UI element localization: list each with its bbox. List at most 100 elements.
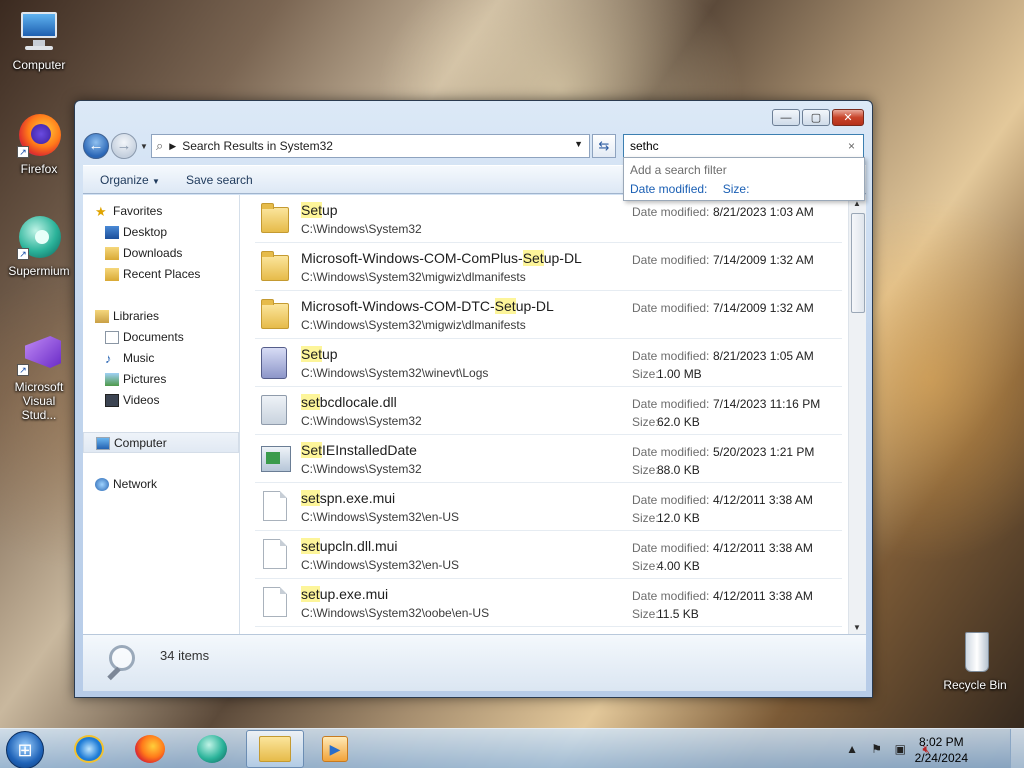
nav-desktop[interactable]: Desktop bbox=[83, 222, 239, 243]
close-button[interactable]: ✕ bbox=[832, 109, 864, 126]
date-modified-value: 4/12/2011 3:38 AM bbox=[713, 493, 813, 507]
documents-icon bbox=[105, 331, 119, 344]
name-suffix: up bbox=[322, 202, 338, 218]
result-path: C:\Windows\System32\migwiz\dlmanifests bbox=[301, 318, 526, 332]
libraries-icon bbox=[95, 310, 109, 323]
desktop-icon-firefox[interactable]: ↗ Firefox bbox=[3, 112, 75, 176]
nav-favorites[interactable]: ★ Favorites bbox=[83, 201, 239, 222]
name-highlight: Set bbox=[301, 346, 323, 362]
result-row[interactable]: SetIEInstalledDate C:\Windows\System32 Dat… bbox=[255, 435, 842, 483]
search-results-icon: ⌕ bbox=[156, 138, 164, 153]
name-highlight: Set bbox=[301, 202, 323, 218]
nav-documents[interactable]: Documents bbox=[83, 327, 239, 348]
taskbar-internet-explorer[interactable] bbox=[60, 730, 118, 768]
folder-icon bbox=[259, 736, 291, 762]
filter-date-modified[interactable]: Date modified: bbox=[630, 182, 707, 196]
nav-computer[interactable]: Computer bbox=[83, 432, 239, 453]
nav-libraries[interactable]: Libraries bbox=[83, 306, 239, 327]
clock[interactable]: 8:02 PM 2/24/2024 bbox=[915, 734, 968, 766]
result-row[interactable]: setbcdlocale.dll C:\Windows\System32 Date … bbox=[255, 387, 842, 435]
result-name: setspn.exe.mui bbox=[301, 490, 395, 506]
result-row[interactable]: Setup C:\Windows\System32 Date modified: 8/… bbox=[255, 195, 842, 243]
date-modified-value: 7/14/2009 1:32 AM bbox=[713, 301, 814, 315]
date-modified-value: 8/21/2023 1:05 AM bbox=[713, 349, 814, 363]
taskbar-explorer[interactable] bbox=[246, 730, 304, 768]
desktop-icon bbox=[105, 226, 119, 239]
address-dropdown-icon[interactable]: ▼ bbox=[574, 139, 583, 149]
name-highlight: set bbox=[301, 394, 320, 410]
clear-search-icon[interactable]: × bbox=[848, 139, 855, 153]
desktop-icon-label: Recycle Bin bbox=[943, 678, 1007, 692]
date-modified-value: 8/21/2023 1:03 AM bbox=[713, 205, 814, 219]
filter-size[interactable]: Size: bbox=[723, 182, 750, 196]
nav-videos[interactable]: Videos bbox=[83, 390, 239, 411]
desktop-icon-label: Supermium bbox=[8, 264, 70, 278]
result-row[interactable]: setupcln.dll.mui C:\Windows\System32\en-U… bbox=[255, 531, 842, 579]
refresh-button[interactable]: ⇆ bbox=[592, 134, 616, 158]
visual-studio-icon: ↗ bbox=[15, 330, 63, 378]
search-input[interactable] bbox=[630, 139, 830, 153]
organize-button[interactable]: Organize ▼ bbox=[100, 173, 160, 187]
result-name: Setup bbox=[301, 202, 338, 218]
vertical-scrollbar[interactable]: ▲ ▼ bbox=[848, 195, 866, 634]
nav-pictures[interactable]: Pictures bbox=[83, 369, 239, 390]
result-row[interactable]: Microsoft-Windows-COM-DTC-Setup-DL C:\Win… bbox=[255, 291, 842, 339]
desktop-icon-visual-studio[interactable]: ↗ Microsoft Visual Stud... bbox=[3, 330, 75, 422]
size-label: Size: bbox=[632, 511, 659, 525]
desktop-icon-recycle-bin[interactable]: Recycle Bin bbox=[939, 628, 1011, 692]
size-value: 88.0 KB bbox=[657, 463, 700, 477]
date-modified-label: Date modified: bbox=[632, 589, 710, 603]
nav-recent-places[interactable]: Recent Places bbox=[83, 264, 239, 285]
scroll-down-icon[interactable]: ▼ bbox=[853, 623, 861, 632]
show-desktop-button[interactable] bbox=[1010, 729, 1024, 768]
internet-explorer-icon bbox=[74, 735, 104, 763]
taskbar-media-player[interactable]: ▶ bbox=[306, 730, 364, 768]
result-row[interactable]: Setup C:\Windows\System32\winevt\Logs Date… bbox=[255, 339, 842, 387]
recent-pages-dropdown-icon[interactable]: ▼ bbox=[140, 142, 148, 151]
back-button[interactable]: ← bbox=[83, 133, 109, 159]
size-label: Size: bbox=[632, 415, 659, 429]
scrollbar-thumb[interactable] bbox=[851, 213, 865, 313]
downloads-icon bbox=[105, 247, 119, 260]
magnifier-icon bbox=[103, 641, 145, 685]
nav-music[interactable]: ♪ Music bbox=[83, 348, 239, 369]
taskbar: ⊞ ▶ ▲ ⚑ ▣ 🔇︎ 8:02 PM 2/24/2024 bbox=[0, 728, 1024, 768]
show-hidden-icons[interactable]: ▲ bbox=[846, 742, 858, 756]
result-path: C:\Windows\System32 bbox=[301, 462, 422, 476]
name-prefix: Microsoft-Windows-COM-ComPlus- bbox=[301, 250, 523, 266]
minimize-button[interactable]: — bbox=[772, 109, 800, 126]
result-row[interactable]: Microsoft-Windows-COM-ComPlus-Setup-DL C:… bbox=[255, 243, 842, 291]
nav-downloads[interactable]: Downloads bbox=[83, 243, 239, 264]
firefox-icon bbox=[135, 735, 165, 763]
result-name: setupcln.dll.mui bbox=[301, 538, 398, 554]
desktop-icon-supermium[interactable]: ↗ Supermium bbox=[3, 214, 75, 278]
search-box[interactable]: × bbox=[623, 134, 864, 158]
taskbar-firefox[interactable] bbox=[121, 730, 179, 768]
size-label: Size: bbox=[632, 559, 659, 573]
result-row[interactable]: setup.exe.mui C:\Windows\System32\oobe\en… bbox=[255, 579, 842, 627]
start-button[interactable]: ⊞ bbox=[6, 731, 44, 768]
result-row[interactable]: setspn.exe.mui C:\Windows\System32\en-US D… bbox=[255, 483, 842, 531]
save-search-button[interactable]: Save search bbox=[186, 173, 253, 187]
name-highlight: Set bbox=[522, 250, 544, 266]
breadcrumb-arrow-icon[interactable]: ▶ bbox=[169, 141, 176, 152]
result-path: C:\Windows\System32\migwiz\dlmanifests bbox=[301, 270, 526, 284]
search-filter-dropdown: Add a search filter Date modified: Size: bbox=[623, 157, 865, 201]
desktop-icon-computer[interactable]: Computer bbox=[3, 8, 75, 72]
breadcrumb[interactable]: Search Results in System32 bbox=[182, 139, 333, 153]
action-center-flag-icon[interactable]: ⚑ bbox=[871, 742, 882, 756]
taskbar-supermium[interactable] bbox=[183, 730, 241, 768]
file-icon bbox=[261, 491, 289, 523]
network-tray-icon[interactable]: ▣ bbox=[895, 742, 906, 756]
name-highlight: set bbox=[301, 538, 320, 554]
nav-network[interactable]: Network bbox=[83, 474, 239, 495]
forward-button[interactable]: → bbox=[111, 133, 137, 159]
result-name: Microsoft-Windows-COM-DTC-Setup-DL bbox=[301, 298, 554, 314]
result-name: Microsoft-Windows-COM-ComPlus-Setup-DL bbox=[301, 250, 582, 266]
name-highlight: set bbox=[301, 586, 320, 602]
address-bar[interactable]: ⌕ ▶ Search Results in System32 ▼ bbox=[151, 134, 590, 158]
result-name: setup.exe.mui bbox=[301, 586, 388, 602]
maximize-button[interactable]: ▢ bbox=[802, 109, 830, 126]
file-icon bbox=[261, 587, 289, 619]
explorer-content: ★ Favorites Desktop Downloads Recent Plac… bbox=[83, 195, 866, 634]
